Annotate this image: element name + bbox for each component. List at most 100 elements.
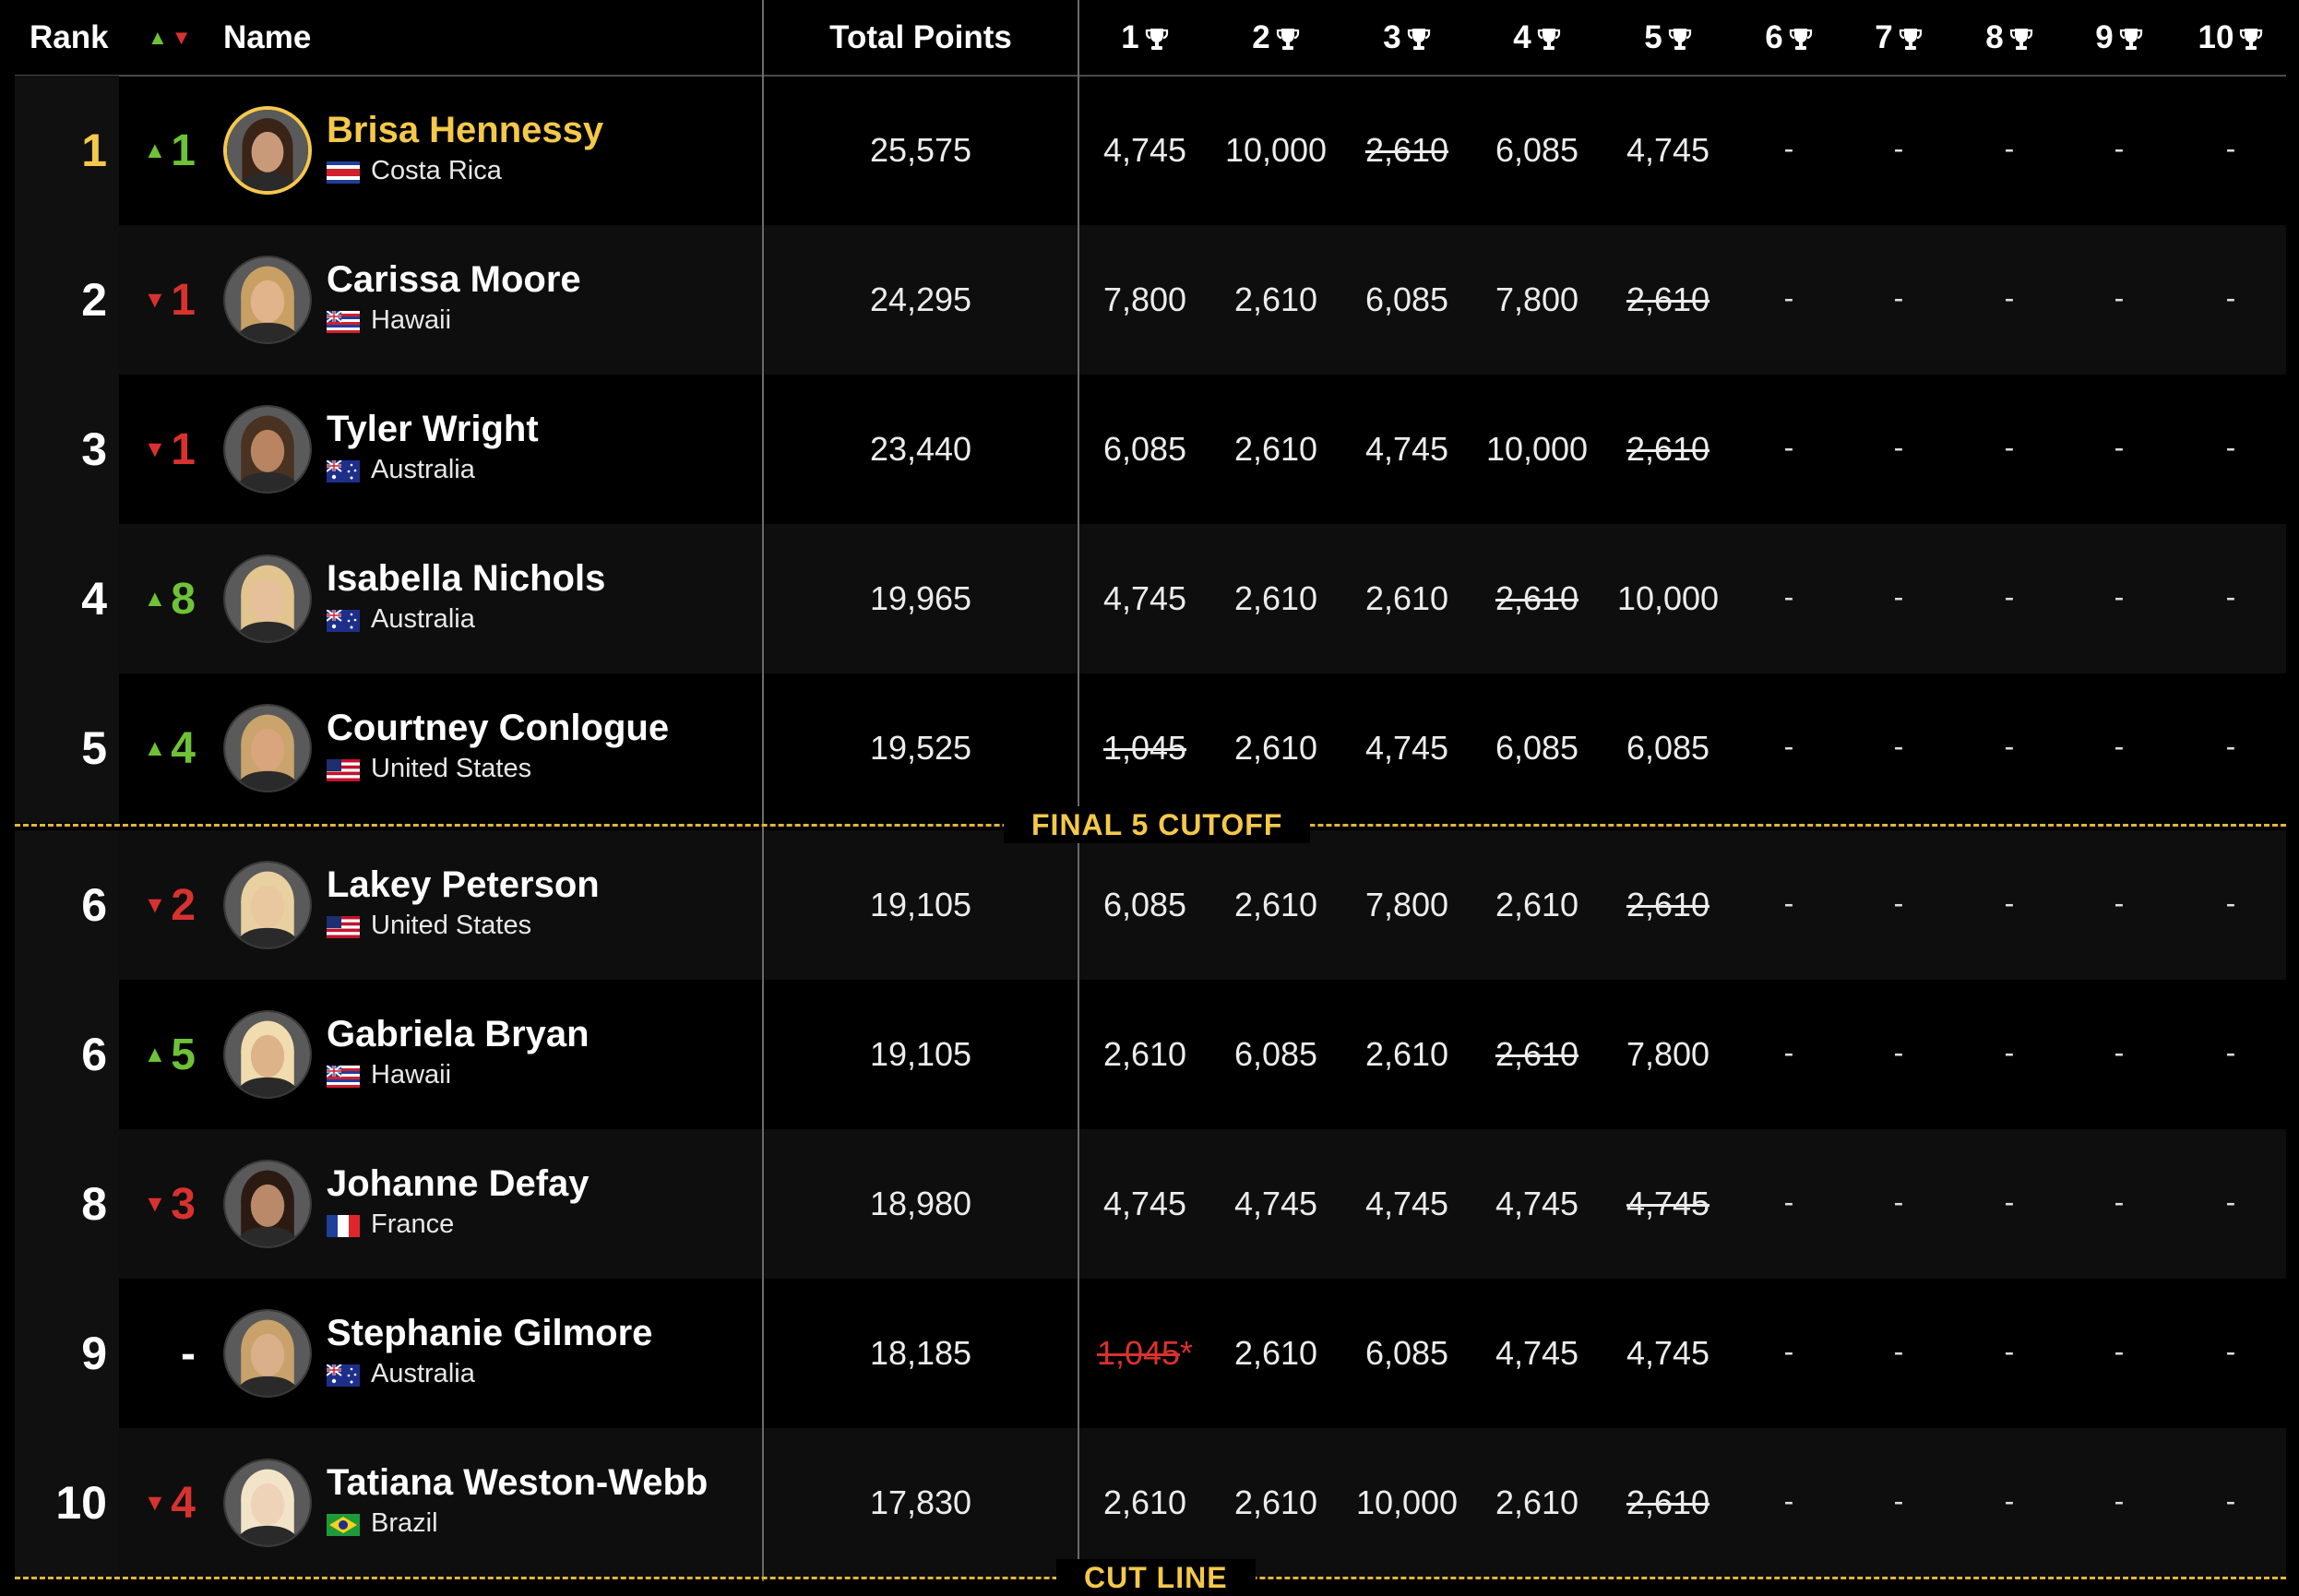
event-score: 4,745 [1338, 729, 1476, 768]
movement-value: 5 [171, 1030, 196, 1079]
total-column-divider [1078, 0, 1079, 1581]
athlete-avatar[interactable] [223, 1309, 312, 1398]
empty-event-score: - [2004, 132, 2015, 165]
rank-movement: - [138, 1279, 196, 1428]
empty-event-score: - [1893, 132, 1904, 165]
score-value: 10,000 [1224, 131, 1328, 169]
athlete-avatar[interactable] [223, 405, 312, 494]
dropped-score: 2,610 [1468, 1035, 1606, 1074]
event-score: 4,745 [1468, 1334, 1606, 1373]
score-value: 6,085 [1233, 1035, 1318, 1073]
score-value: 4,745 [1102, 1185, 1187, 1222]
score-value: 4,745 [1102, 579, 1187, 617]
empty-event-score: - [2004, 1036, 2015, 1069]
empty-event-score: - [2004, 1335, 2015, 1368]
rank-header[interactable]: Rank [30, 0, 109, 76]
score-value: 7,800 [1626, 1035, 1710, 1073]
event-7-header[interactable]: 7 [1843, 0, 1954, 76]
score-value: 6,085 [1626, 729, 1710, 767]
athlete-name-link[interactable]: Tatiana Weston-Webb [327, 1462, 708, 1504]
athlete-avatar[interactable] [223, 1010, 312, 1099]
athlete-name-link[interactable]: Stephanie Gilmore [327, 1313, 652, 1354]
event-9-header[interactable]: 9 [2064, 0, 2174, 76]
australia-flag-icon [327, 1364, 360, 1387]
trophy-icon [1139, 19, 1169, 56]
sort-down-icon: ▼ [171, 26, 192, 49]
movement-value: 2 [171, 880, 196, 930]
movement-value: 3 [171, 1179, 196, 1229]
movement-value: 1 [171, 275, 196, 325]
athlete-name-link[interactable]: Isabella Nichols [327, 558, 605, 600]
event-4-header[interactable]: 4 [1482, 0, 1592, 76]
event-6-header[interactable]: 6 [1733, 0, 1844, 76]
event-number: 4 [1513, 19, 1531, 55]
movement-sort-header[interactable]: ▲ ▼ [148, 0, 192, 76]
trophy-icon [1531, 19, 1561, 56]
dropped-score: 2,610 [1338, 131, 1476, 170]
score-value: 2,610 [1495, 886, 1579, 923]
empty-event-score: - [1783, 1036, 1794, 1069]
usa-flag-icon [327, 916, 360, 938]
event-2-header[interactable]: 2 [1221, 0, 1331, 76]
score-value: 6,085 [1102, 886, 1187, 923]
total-points-header[interactable]: Total Points [766, 0, 1076, 76]
movement-value: 1 [171, 424, 196, 474]
score-value: 1,045 [1096, 1334, 1181, 1372]
athlete-avatar[interactable] [223, 861, 312, 949]
empty-event-score: - [1893, 1484, 1904, 1518]
athlete-name-link[interactable]: Lakey Peterson [327, 864, 600, 906]
score-value: 2,610 [1102, 1035, 1187, 1073]
event-5-header[interactable]: 5 [1613, 0, 1723, 76]
score-value: 7,800 [1495, 280, 1579, 318]
athlete-avatar[interactable] [223, 554, 312, 643]
dropped-score: 4,745 [1599, 1185, 1737, 1223]
empty-event-score: - [2004, 281, 2015, 315]
empty-event-score: - [1893, 281, 1904, 315]
athlete-avatar[interactable] [223, 1160, 312, 1248]
total-points: 18,980 [869, 1185, 972, 1222]
rank-movement: ▲ 1 [138, 76, 196, 225]
rank-movement: ▲ 8 [138, 524, 196, 673]
empty-event-score: - [1783, 580, 1794, 613]
score-value: 10,000 [1355, 1483, 1459, 1521]
empty-event-score: - [1783, 281, 1794, 315]
total-points: 25,575 [869, 131, 972, 169]
event-score: 10,000 [1338, 1483, 1476, 1522]
dropped-score: 1,045 [1076, 729, 1214, 768]
event-number: 1 [1121, 19, 1139, 55]
score-value: 10,000 [1616, 579, 1720, 617]
athlete-name-link[interactable]: Courtney Conlogue [327, 708, 669, 749]
event-score: 4,745 [1338, 430, 1476, 469]
athlete-avatar[interactable] [223, 704, 312, 792]
dropped-score: 2,610 [1599, 430, 1737, 469]
event-3-header[interactable]: 3 [1352, 0, 1462, 76]
event-10-header[interactable]: 10 [2175, 0, 2286, 76]
athlete-avatar[interactable] [223, 1459, 312, 1547]
empty-event-score: - [2114, 431, 2125, 464]
empty-event-score: - [1783, 431, 1794, 464]
athlete-name-link[interactable]: Tyler Wright [327, 409, 539, 450]
brazil-flag-icon [327, 1514, 360, 1536]
score-value: 6,085 [1364, 280, 1449, 318]
australia-flag-icon [327, 610, 360, 632]
empty-event-score: - [2114, 1185, 2125, 1219]
athlete-name-link[interactable]: Brisa Hennessy [327, 110, 603, 151]
name-header[interactable]: Name [223, 0, 311, 76]
event-number: 2 [1252, 19, 1270, 55]
event-score: 4,745 [1338, 1185, 1476, 1223]
arrow-down-icon: ▼ [143, 1489, 167, 1516]
empty-event-score: - [2004, 1484, 2015, 1518]
athlete-country: Australia [371, 604, 475, 634]
athlete-name-link[interactable]: Carissa Moore [327, 259, 581, 301]
athlete-name-link[interactable]: Johanne Defay [327, 1163, 590, 1205]
event-1-header[interactable]: 1 [1090, 0, 1200, 76]
athlete-avatar[interactable] [223, 256, 312, 344]
athlete-avatar[interactable] [223, 106, 312, 195]
athlete-name-link[interactable]: Gabriela Bryan [327, 1014, 590, 1055]
event-score: 2,610 [1076, 1483, 1214, 1522]
movement-value: 8 [171, 574, 196, 624]
event-8-header[interactable]: 8 [1954, 0, 2065, 76]
event-score: 2,610 [1468, 1483, 1606, 1522]
movement-value: 1 [171, 125, 196, 175]
rank-movement: ▼ 4 [138, 1428, 196, 1578]
